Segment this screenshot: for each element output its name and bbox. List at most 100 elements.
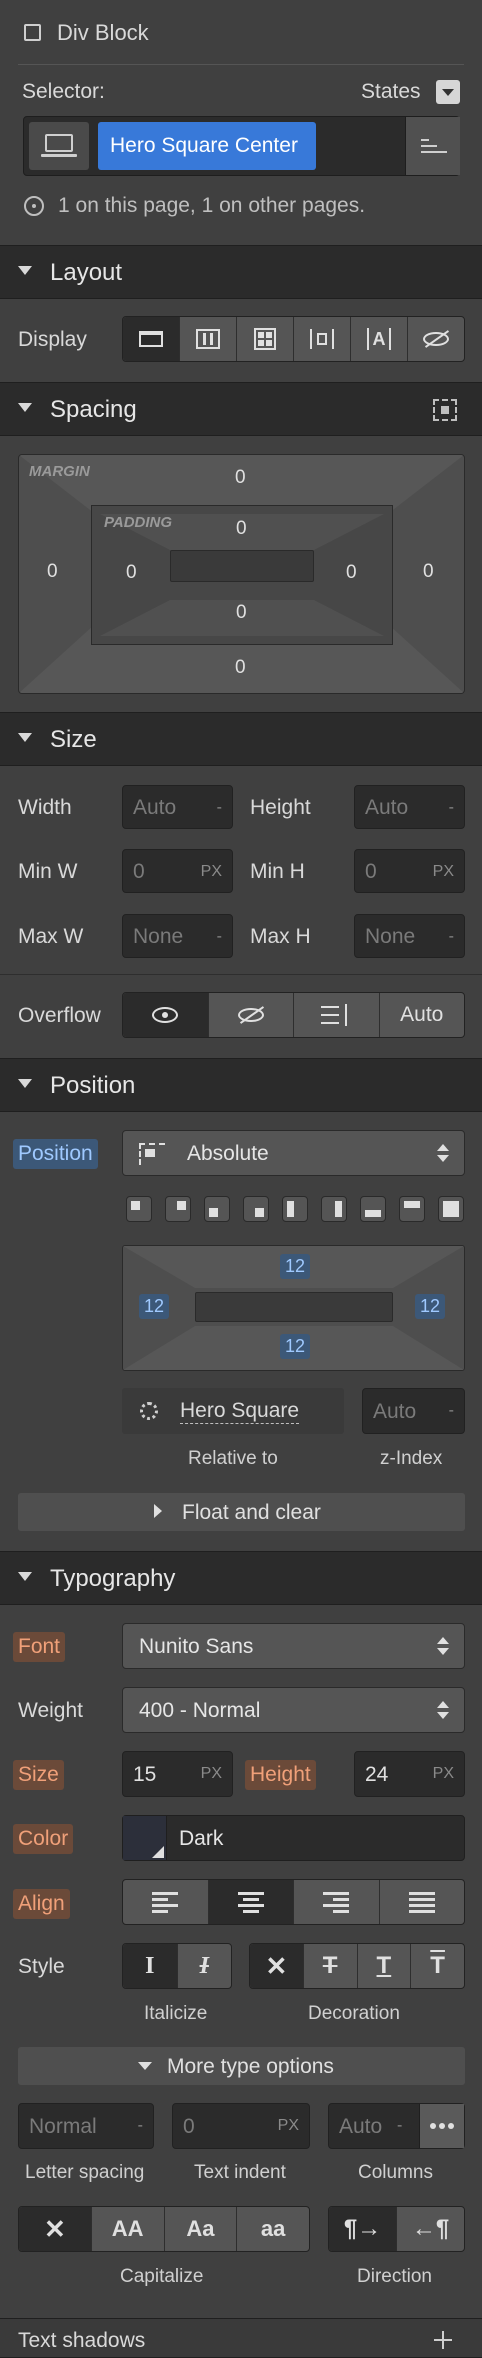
font-size-unit[interactable]: PX bbox=[201, 1765, 222, 1783]
typography-section-header[interactable]: Typography bbox=[0, 1551, 482, 1605]
selector-field[interactable]: Hero Square Center bbox=[23, 116, 460, 176]
font-select[interactable]: Nunito Sans bbox=[122, 1623, 465, 1669]
margin-right-value[interactable]: 0 bbox=[423, 561, 434, 583]
size-section-header[interactable]: Size bbox=[0, 712, 482, 766]
more-options-icon[interactable] bbox=[419, 2104, 464, 2148]
height-unit[interactable]: - bbox=[449, 799, 454, 817]
italic-style-option[interactable]: I bbox=[176, 1944, 232, 1988]
states-label[interactable]: States bbox=[361, 80, 421, 104]
color-swatch[interactable] bbox=[123, 1816, 167, 1860]
italic-options[interactable]: I I bbox=[122, 1943, 232, 1989]
padding-bottom-value[interactable]: 0 bbox=[236, 602, 247, 624]
margin-bottom-value[interactable]: 0 bbox=[235, 657, 246, 679]
strikethrough-option[interactable]: T bbox=[302, 1944, 357, 1988]
decoration-options[interactable]: ✕ T T T bbox=[249, 1943, 465, 1989]
overflow-visible-option[interactable] bbox=[123, 993, 208, 1037]
preset-bottom-icon[interactable] bbox=[360, 1196, 386, 1222]
max-width-field[interactable]: None - bbox=[122, 914, 233, 958]
margin-left-value[interactable]: 0 bbox=[47, 561, 58, 583]
offset-left-value[interactable]: 12 bbox=[139, 1294, 170, 1319]
align-options[interactable] bbox=[122, 1879, 465, 1925]
capitalize-none-option[interactable]: ✕ bbox=[19, 2207, 91, 2251]
align-justify-option[interactable] bbox=[378, 1880, 465, 1924]
spacing-section-header[interactable]: Spacing bbox=[0, 382, 482, 436]
preset-full-icon[interactable] bbox=[438, 1196, 464, 1222]
offset-right-value[interactable]: 12 bbox=[415, 1294, 446, 1319]
max-width-unit[interactable]: - bbox=[217, 928, 222, 946]
overline-option[interactable]: T bbox=[410, 1944, 464, 1988]
color-field[interactable]: Dark bbox=[122, 1815, 465, 1861]
line-height-field[interactable]: 24 PX bbox=[354, 1751, 465, 1797]
display-options[interactable]: A bbox=[122, 316, 465, 362]
zindex-unit[interactable]: - bbox=[449, 1402, 454, 1420]
display-grid-option[interactable] bbox=[236, 317, 293, 361]
more-type-options-toggle[interactable]: More type options bbox=[18, 2047, 465, 2085]
overflow-scroll-option[interactable] bbox=[293, 993, 379, 1037]
align-center-option[interactable] bbox=[207, 1880, 293, 1924]
padding-right-value[interactable]: 0 bbox=[346, 562, 357, 584]
offset-top-value[interactable]: 12 bbox=[280, 1254, 311, 1279]
layout-section-header[interactable]: Layout bbox=[0, 245, 482, 299]
width-unit[interactable]: - bbox=[217, 799, 222, 817]
preset-top-left-icon[interactable] bbox=[126, 1196, 152, 1222]
offset-bottom-value[interactable]: 12 bbox=[280, 1334, 311, 1359]
decoration-none-option[interactable]: ✕ bbox=[250, 1944, 303, 1988]
width-field[interactable]: Auto - bbox=[122, 785, 233, 829]
capitalize-options[interactable]: ✕ AA Aa aa bbox=[18, 2206, 310, 2252]
breakpoint-box[interactable] bbox=[29, 122, 89, 170]
margin-top-value[interactable]: 0 bbox=[235, 467, 246, 489]
preset-top-right-icon[interactable] bbox=[165, 1196, 191, 1222]
padding-box[interactable]: PADDING 0 0 0 0 bbox=[91, 505, 393, 645]
display-inline-block-option[interactable] bbox=[293, 317, 350, 361]
letter-spacing-field[interactable]: Normal - bbox=[18, 2103, 154, 2149]
align-left-option[interactable] bbox=[123, 1880, 208, 1924]
preset-left-icon[interactable] bbox=[282, 1196, 308, 1222]
position-select[interactable]: Absolute bbox=[122, 1130, 465, 1176]
display-block-option[interactable] bbox=[123, 317, 179, 361]
states-dropdown-button[interactable] bbox=[436, 80, 460, 104]
float-and-clear-toggle[interactable]: Float and clear bbox=[18, 1493, 465, 1531]
text-indent-unit[interactable]: PX bbox=[278, 2117, 299, 2135]
preset-right-icon[interactable] bbox=[321, 1196, 347, 1222]
class-tag[interactable]: Hero Square Center bbox=[98, 122, 316, 170]
uppercase-option[interactable]: AA bbox=[90, 2207, 164, 2251]
direction-rtl-option[interactable]: ←¶ bbox=[396, 2207, 464, 2251]
overflow-auto-option[interactable]: Auto bbox=[378, 993, 465, 1037]
overflow-hidden-option[interactable] bbox=[207, 993, 294, 1037]
max-height-unit[interactable]: - bbox=[449, 928, 454, 946]
min-height-field[interactable]: 0 PX bbox=[354, 849, 465, 893]
capitalize-option[interactable]: Aa bbox=[163, 2207, 237, 2251]
overflow-options[interactable]: Auto bbox=[122, 992, 465, 1038]
position-section-header[interactable]: Position bbox=[0, 1058, 482, 1112]
lowercase-option[interactable]: aa bbox=[236, 2207, 309, 2251]
min-width-field[interactable]: 0 PX bbox=[122, 849, 233, 893]
text-shadows-section-header[interactable]: Text shadows bbox=[0, 2318, 482, 2358]
align-right-option[interactable] bbox=[293, 1880, 379, 1924]
font-size-field[interactable]: 15 PX bbox=[122, 1751, 233, 1797]
min-width-unit[interactable]: PX bbox=[201, 863, 222, 881]
columns-unit[interactable]: - bbox=[397, 2117, 402, 2135]
text-indent-field[interactable]: 0 PX bbox=[172, 2103, 310, 2149]
max-height-field[interactable]: None - bbox=[354, 914, 465, 958]
padding-left-value[interactable]: 0 bbox=[126, 562, 137, 584]
height-field[interactable]: Auto - bbox=[354, 785, 465, 829]
position-offsets-box[interactable]: 12 12 12 12 bbox=[122, 1245, 465, 1371]
relative-to-field[interactable]: Hero Square bbox=[122, 1388, 344, 1434]
margin-box[interactable]: MARGIN 0 0 0 0 PADDING 0 0 0 0 bbox=[18, 454, 465, 694]
preset-bottom-right-icon[interactable] bbox=[243, 1196, 269, 1222]
spacing-mode-icon[interactable] bbox=[433, 399, 457, 421]
selector-menu-button[interactable] bbox=[405, 117, 460, 175]
columns-field[interactable]: Auto - bbox=[328, 2103, 465, 2149]
direction-options[interactable]: ¶→ ←¶ bbox=[328, 2206, 465, 2252]
zindex-field[interactable]: Auto - bbox=[362, 1388, 465, 1434]
preset-top-icon[interactable] bbox=[399, 1196, 425, 1222]
direction-ltr-option[interactable]: ¶→ bbox=[329, 2207, 396, 2251]
display-inline-option[interactable]: A bbox=[350, 317, 407, 361]
display-none-option[interactable] bbox=[407, 317, 464, 361]
display-flex-option[interactable] bbox=[179, 317, 236, 361]
weight-select[interactable]: 400 - Normal bbox=[122, 1687, 465, 1733]
add-icon[interactable] bbox=[434, 2331, 452, 2349]
padding-top-value[interactable]: 0 bbox=[236, 518, 247, 540]
regular-style-option[interactable]: I bbox=[123, 1944, 177, 1988]
line-height-unit[interactable]: PX bbox=[433, 1765, 454, 1783]
